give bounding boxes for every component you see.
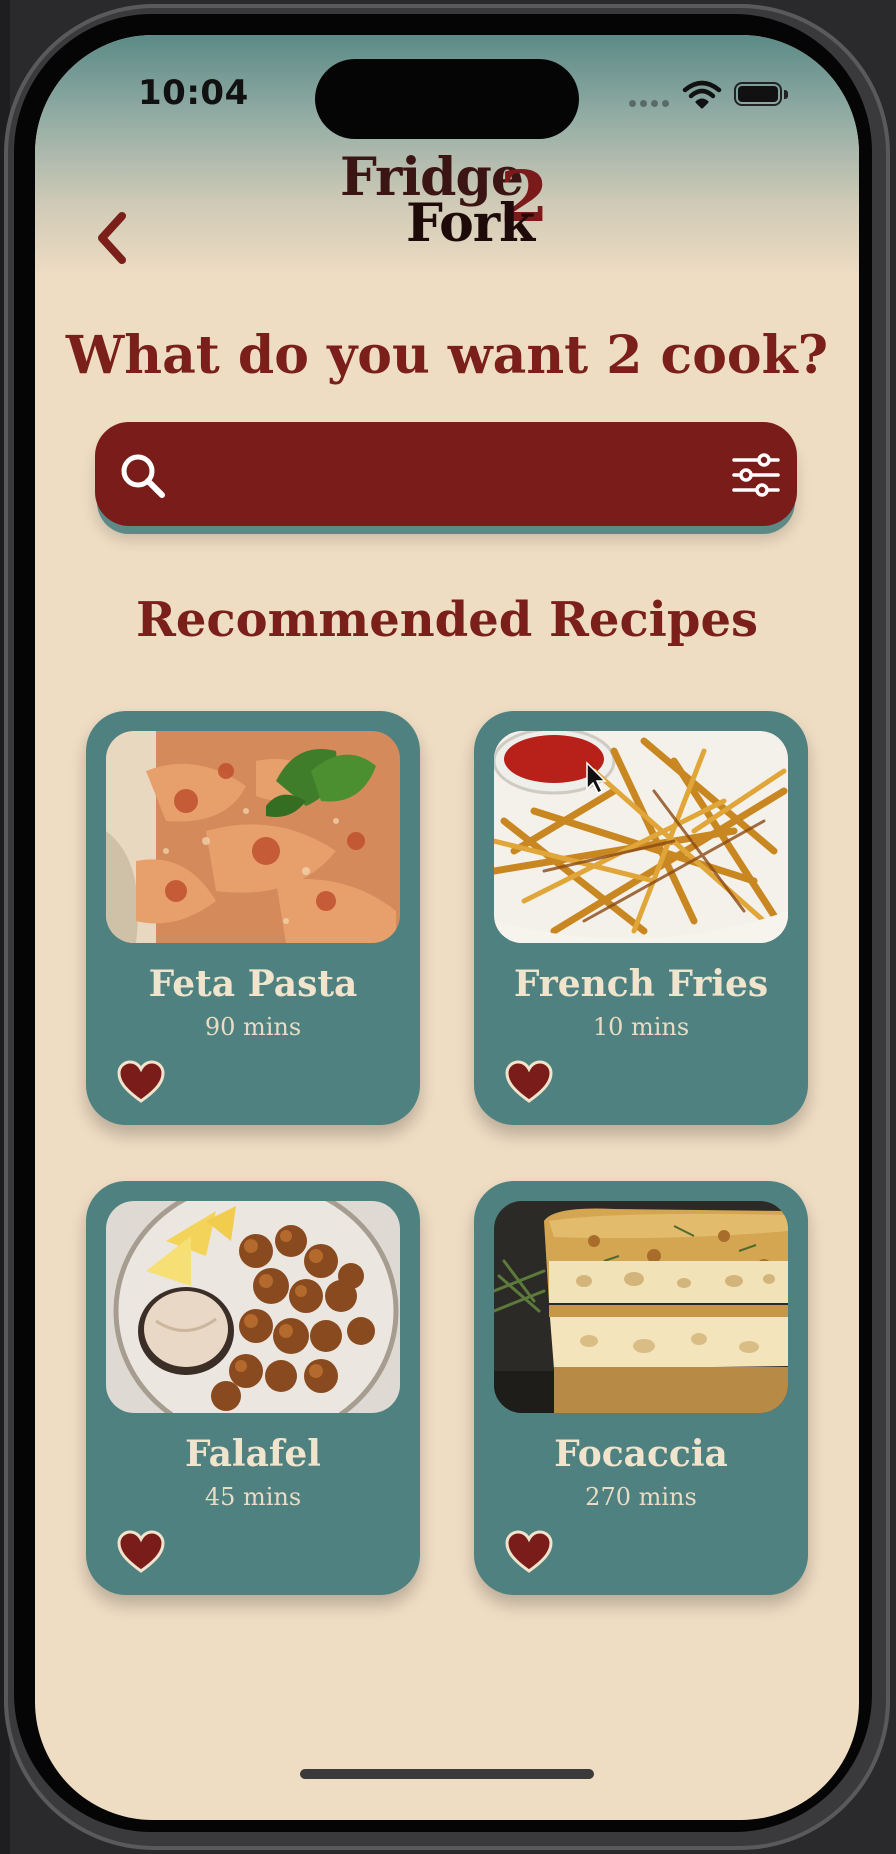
feta-pasta-photo <box>106 731 400 943</box>
recipe-time: 270 mins <box>585 1483 697 1511</box>
favorite-heart-icon[interactable] <box>116 1529 166 1575</box>
cellular-signal-icon <box>629 100 671 110</box>
recipe-name: Falafel <box>185 1433 321 1475</box>
recipe-time: 90 mins <box>204 1013 302 1041</box>
search-input[interactable] <box>179 444 703 506</box>
search-bar <box>95 422 797 526</box>
recipe-name: Feta Pasta <box>148 963 358 1005</box>
dynamic-island <box>315 59 579 139</box>
recipe-card[interactable]: Focaccia 270 mins <box>474 1181 808 1595</box>
favorite-heart-icon[interactable] <box>504 1529 554 1575</box>
favorite-heart-icon[interactable] <box>116 1059 166 1105</box>
search-icon <box>121 454 165 498</box>
filter-sliders-icon[interactable] <box>731 452 781 498</box>
page-title: What do you want 2 cook? <box>65 325 829 386</box>
logo-word-fork: Fork <box>406 193 535 254</box>
back-chevron-icon[interactable] <box>90 208 134 268</box>
recipe-time: 10 mins <box>592 1013 690 1041</box>
recipe-card[interactable]: Falafel 45 mins <box>86 1181 420 1595</box>
french-fries-photo <box>494 731 788 943</box>
status-time: 10:04 <box>138 73 249 113</box>
home-indicator[interactable] <box>300 1769 594 1779</box>
recipe-time: 45 mins <box>204 1483 302 1511</box>
battery-icon <box>734 82 790 108</box>
app-logo: Fridge 2 Fork <box>340 147 550 267</box>
wifi-icon <box>682 80 722 109</box>
section-title-recommended: Recommended Recipes <box>135 592 759 648</box>
focaccia-photo <box>494 1201 788 1413</box>
app-screen: 10:04 Fridge 2 Fork What do you want 2 c… <box>35 35 859 1820</box>
recipe-name: Focaccia <box>554 1433 728 1475</box>
recipe-card[interactable]: Feta Pasta 90 mins <box>86 711 420 1125</box>
falafel-photo <box>106 1201 400 1413</box>
favorite-heart-icon[interactable] <box>504 1059 554 1105</box>
recipe-name: French Fries <box>513 963 769 1005</box>
recipe-card[interactable]: French Fries 10 mins <box>474 711 808 1125</box>
